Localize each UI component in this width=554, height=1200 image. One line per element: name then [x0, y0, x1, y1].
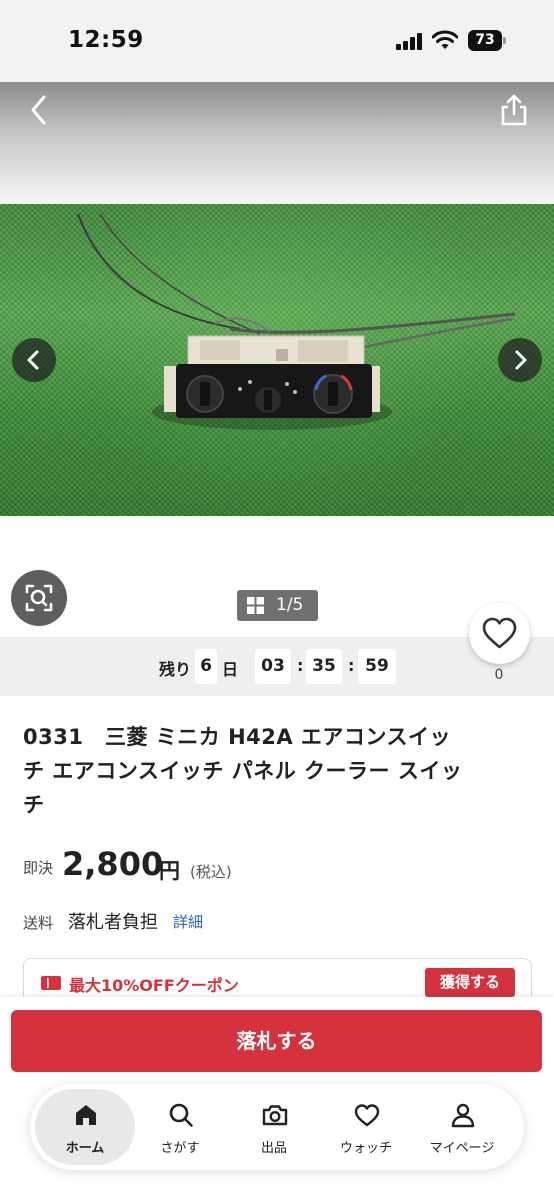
countdown-separator: : [297, 656, 304, 675]
product-photo[interactable] [0, 204, 554, 516]
countdown-hours: 03 [255, 649, 291, 684]
tab-watch[interactable]: ウォッチ [316, 1089, 416, 1165]
tab-label: ホーム [65, 1141, 105, 1156]
countdown-label: 残り [159, 660, 192, 679]
countdown-separator: : [348, 656, 355, 675]
bid-button[interactable]: 落札する [11, 1010, 542, 1072]
tab-label: ウォッチ [339, 1141, 392, 1156]
status-time: 12:59 [68, 27, 144, 53]
person-icon [451, 1103, 475, 1128]
carousel-next-button[interactable] [498, 338, 542, 382]
shipping-detail-link[interactable]: 詳細 [173, 911, 203, 932]
tab-label: さがす [160, 1141, 200, 1156]
image-counter-text: 1/5 [276, 595, 304, 615]
tab-label: マイページ [429, 1141, 495, 1156]
chevron-left-icon [27, 350, 39, 370]
heart-icon [482, 617, 517, 649]
camera-icon [262, 1105, 288, 1126]
price-label: 即決 [23, 859, 54, 877]
image-search-button[interactable] [11, 570, 67, 626]
tab-mypage[interactable]: マイページ [412, 1089, 512, 1165]
tab-bar: ホーム さがす 出品 ウォッチ マイページ [30, 1084, 524, 1170]
watch-count: 0 [494, 667, 504, 683]
price-value: 2,800 [62, 845, 164, 883]
tab-home[interactable]: ホーム [35, 1089, 135, 1165]
carousel-prev-button[interactable] [12, 338, 56, 382]
search-icon [169, 1103, 193, 1127]
countdown-days-unit: 日 [222, 660, 239, 679]
get-coupon-button[interactable]: 獲得する [425, 968, 515, 997]
tab-label: 出品 [260, 1141, 287, 1156]
coupon-text: 最大10%OFFクーポン [69, 976, 239, 995]
watch-button[interactable] [469, 603, 530, 664]
countdown-minutes: 35 [306, 649, 342, 684]
countdown-seconds: 59 [358, 649, 396, 684]
shipping-label: 送料 [23, 914, 54, 932]
image-search-icon [25, 584, 53, 612]
price-unit: 円 [159, 859, 180, 883]
share-icon[interactable] [496, 92, 532, 130]
home-icon [76, 1105, 96, 1125]
battery-level: 73 [468, 30, 502, 51]
chevron-right-icon [515, 350, 527, 370]
image-counter[interactable]: 1/5 [237, 590, 318, 621]
status-bar: 12:59 73 [0, 0, 554, 82]
price-tax-note: (税込) [190, 863, 232, 881]
header-overlay [0, 82, 554, 204]
battery-icon: 73 [468, 30, 506, 51]
countdown-days: 6 [195, 649, 217, 684]
heart-icon [354, 1104, 380, 1127]
back-icon[interactable] [22, 92, 58, 128]
item-title: 0331 三菱 ミニカ H42A エアコンスイッチ エアコンスイッチ パネル ク… [23, 725, 463, 817]
shipping-value: 落札者負担 [68, 912, 158, 933]
wifi-icon [432, 30, 458, 49]
coupon-icon [41, 976, 61, 990]
grid-icon [247, 597, 264, 614]
cellular-signal-icon [396, 32, 426, 50]
tab-search[interactable]: さがす [130, 1089, 230, 1165]
tab-sell[interactable]: 出品 [224, 1089, 324, 1165]
